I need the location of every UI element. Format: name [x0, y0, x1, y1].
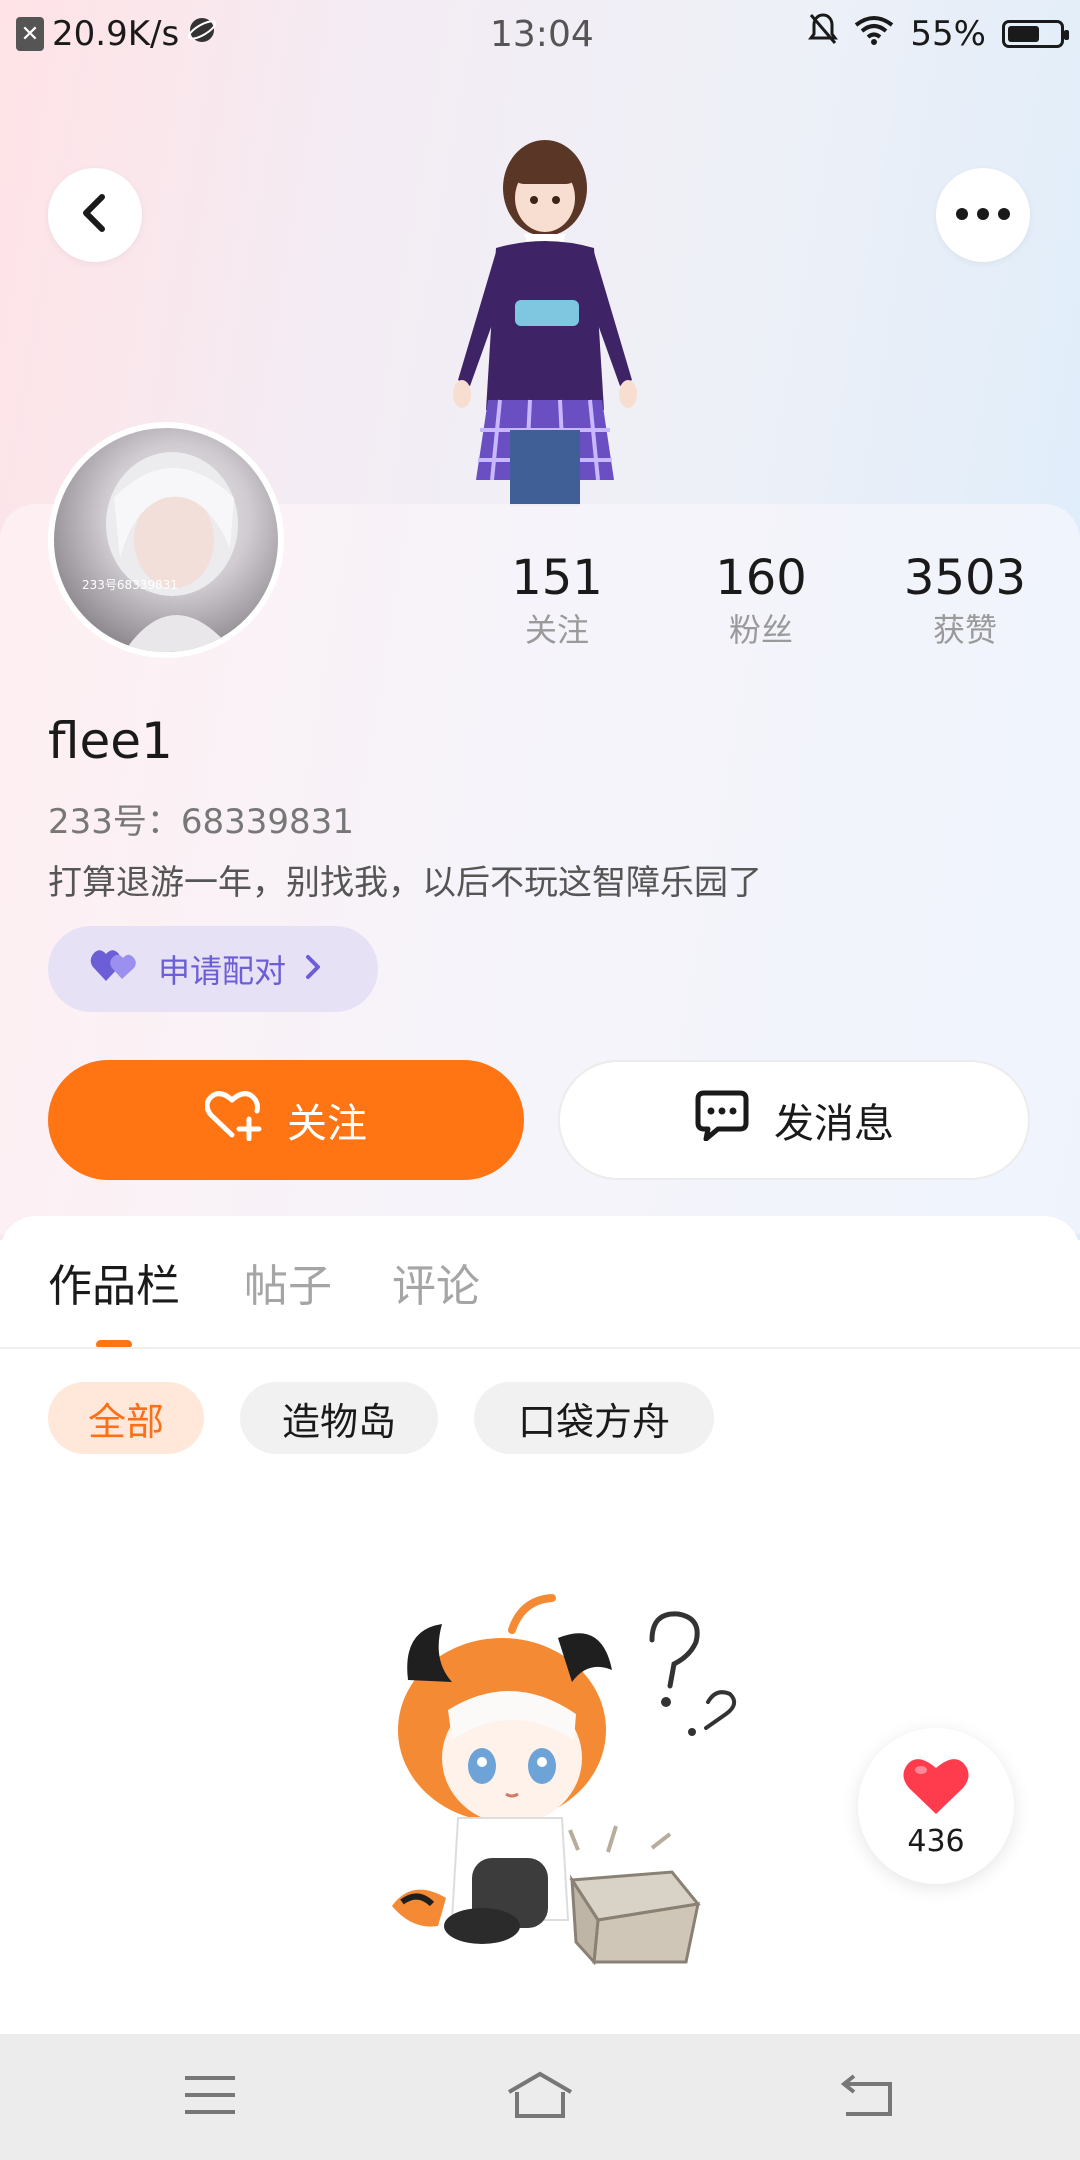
followers-count: 160	[715, 550, 807, 606]
empty-state-illustration	[362, 1590, 762, 1970]
back-arrow-icon	[840, 2072, 896, 2122]
likes-label: 获赞	[932, 611, 997, 649]
stat-followers[interactable]: 160 粉丝	[676, 548, 846, 652]
avatar-character-figure[interactable]	[400, 130, 690, 506]
home-icon	[505, 2070, 575, 2124]
tab-divider	[0, 1347, 1080, 1349]
floating-like-count: 436	[907, 1823, 965, 1859]
tab-posts[interactable]: 帖子	[244, 1250, 332, 1314]
home-button[interactable]	[500, 2064, 580, 2130]
filter-all[interactable]: 全部	[48, 1382, 204, 1454]
send-message-button[interactable]: 发消息	[558, 1060, 1030, 1180]
floating-like-button[interactable]: 436	[858, 1728, 1014, 1884]
system-navigation-bar	[0, 2034, 1080, 2160]
chat-bubble-icon	[694, 1089, 750, 1151]
status-bar: ✕ 20.9K/s 13:04 55%	[0, 0, 1080, 70]
status-right: 55%	[808, 12, 1069, 55]
tab-comments[interactable]: 评论	[392, 1250, 480, 1314]
bell-muted-icon	[808, 12, 839, 55]
stat-likes[interactable]: 3503 获赞	[880, 548, 1050, 652]
wifi-icon	[854, 14, 894, 54]
follow-button[interactable]: 关注	[48, 1060, 524, 1180]
double-heart-icon	[90, 947, 140, 991]
clock: 13:04	[490, 14, 594, 55]
stat-following[interactable]: 151 关注	[472, 548, 642, 652]
following-label: 关注	[524, 611, 589, 649]
back-nav-button[interactable]	[828, 2064, 908, 2130]
following-count: 151	[511, 550, 603, 606]
likes-count: 3503	[903, 550, 1027, 606]
status-left: ✕ 20.9K/s	[16, 14, 217, 54]
heart-icon	[901, 1754, 971, 1822]
apply-pair-label: 申请配对	[158, 952, 287, 990]
battery-icon	[1002, 19, 1069, 48]
menu-button[interactable]	[170, 2064, 250, 2130]
close-notification-icon: ✕	[16, 17, 44, 51]
filter-creation-island[interactable]: 造物岛	[240, 1382, 438, 1454]
menu-icon	[183, 2074, 237, 2120]
user-avatar[interactable]: 233号68339831	[48, 422, 284, 658]
more-dots-icon	[955, 206, 1011, 225]
chevron-right-icon	[304, 950, 322, 988]
followers-label: 粉丝	[728, 611, 793, 649]
battery-percent: 55%	[910, 13, 986, 54]
more-options-button[interactable]	[936, 168, 1030, 262]
follow-label: 关注	[287, 1101, 367, 1147]
tab-works[interactable]: 作品栏	[48, 1250, 180, 1314]
username: flee1	[48, 712, 173, 770]
planet-icon	[187, 14, 217, 54]
apply-pair-button[interactable]: 申请配对	[48, 926, 378, 1012]
chevron-left-icon	[78, 193, 112, 237]
back-button[interactable]	[48, 168, 142, 262]
network-speed: 20.9K/s	[52, 14, 180, 54]
avatar-watermark: 233号68339831	[82, 578, 178, 592]
profile-tabs: 作品栏 帖子 评论	[0, 1250, 1080, 1350]
user-bio: 打算退游一年，别找我，以后不玩这智障乐园了	[48, 863, 762, 903]
send-message-label: 发消息	[774, 1101, 894, 1147]
user-id: 233号：68339831	[48, 802, 354, 842]
heart-plus-icon	[204, 1089, 263, 1151]
filter-pocket-ark[interactable]: 口袋方舟	[474, 1382, 714, 1454]
